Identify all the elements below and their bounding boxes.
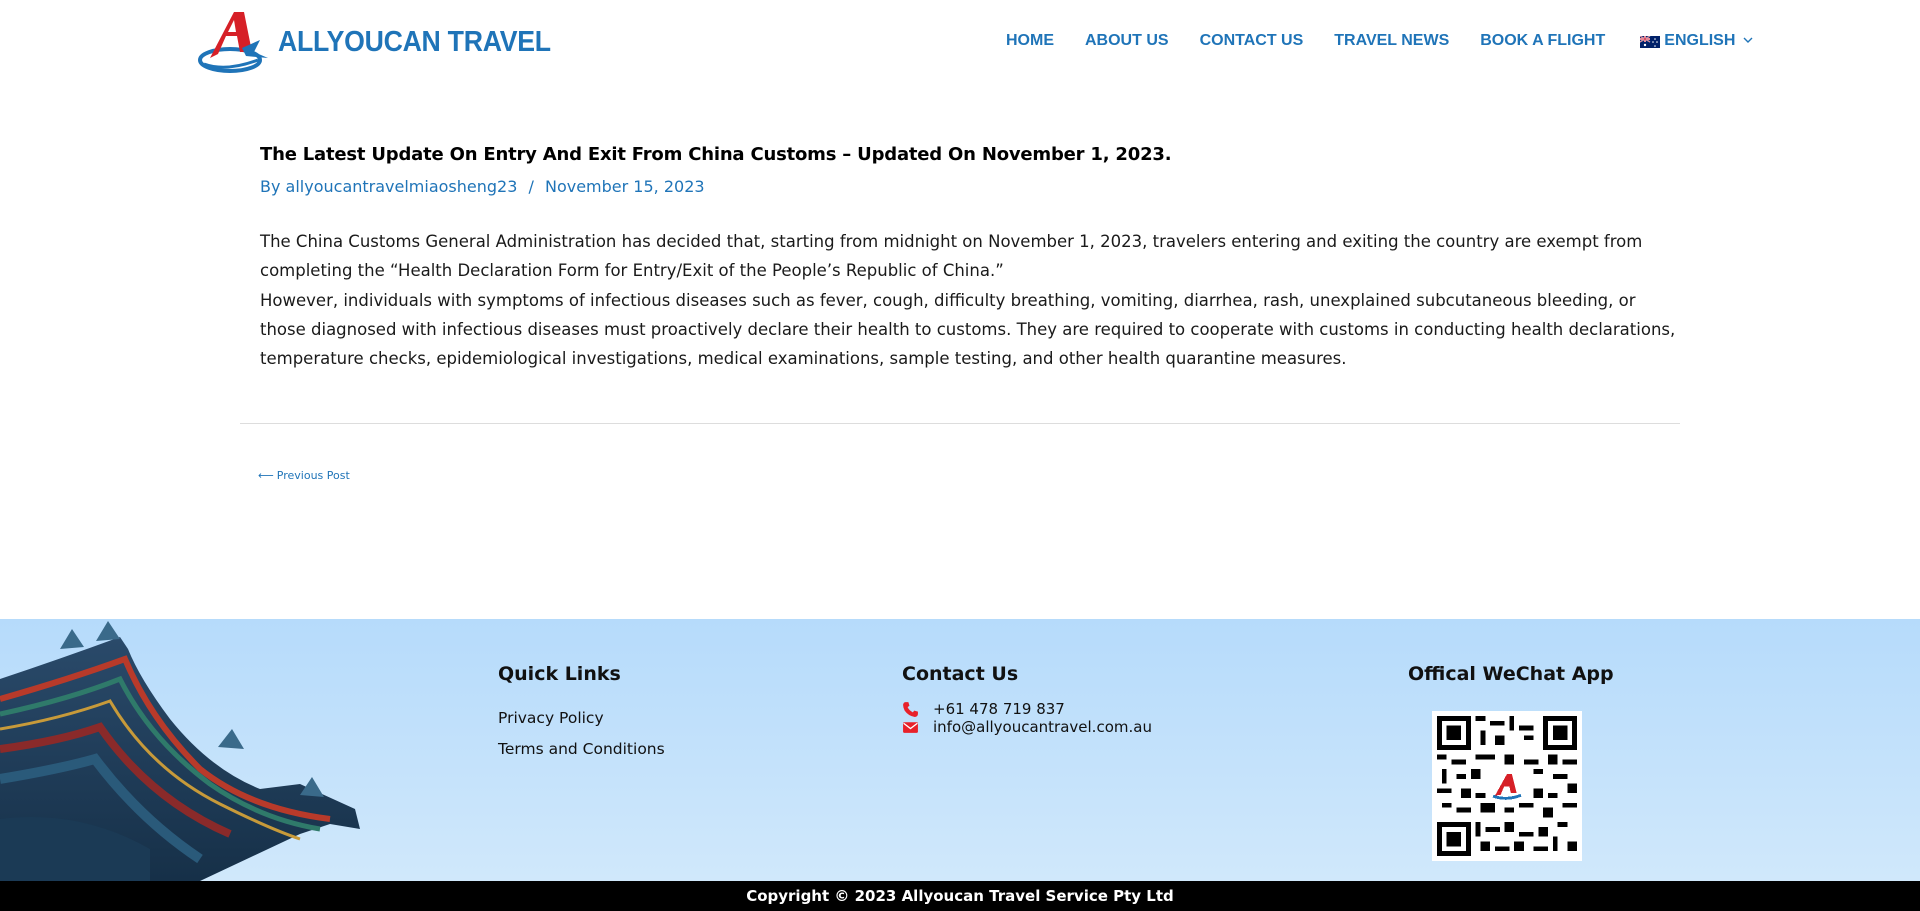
phone-icon [902,701,919,718]
privacy-policy-link[interactable]: Privacy Policy [498,709,665,727]
previous-post-label: Previous Post [276,469,350,482]
post-paragraph: However, individuals with symptoms of in… [260,290,1676,369]
logo-text: ALLYOUCAN TRAVEL [278,25,551,58]
post-author-link[interactable]: allyoucantravelmiaosheng23 [286,177,518,196]
post-date: November 15, 2023 [544,177,705,196]
arrow-left-icon: ⟵ [258,469,274,482]
post-divider [240,423,1680,424]
chinese-roof-image [0,621,360,881]
wechat-heading: Offical WeChat App [1408,663,1614,685]
terms-and-conditions-link[interactable]: Terms and Conditions [498,740,665,758]
meta-separator: / [528,177,534,196]
nav-contact-us[interactable]: CONTACT US [1200,32,1304,50]
nav-about-us[interactable]: ABOUT US [1085,32,1169,50]
phone-number: +61 478 719 837 [933,700,1065,718]
email-address: info@allyoucantravel.com.au [933,718,1152,736]
site-footer: Quick Links Privacy Policy Terms and Con… [0,619,1920,881]
post-meta: By allyoucantravelmiaosheng23 / November… [260,177,1680,196]
post-title: The Latest Update On Entry And Exit From… [260,144,1172,165]
contact-email[interactable]: info@allyoucantravel.com.au [902,718,1152,736]
wechat-qr-code [1432,711,1582,861]
envelope-icon [902,719,919,736]
australia-flag-icon [1639,35,1661,48]
post-article: The Latest Update On Entry And Exit From… [260,144,1680,373]
nav-book-a-flight[interactable]: BOOK A FLIGHT [1480,32,1605,50]
contact-heading: Contact Us [902,663,1019,685]
wechat-column: Offical WeChat App [1408,663,1614,685]
quick-links-column: Quick Links Privacy Policy Terms and Con… [498,663,665,758]
meta-prefix: By [260,177,281,196]
logo-mark-icon [198,12,268,73]
copyright-bar: Copyright © 2023 Allyoucan Travel Servic… [0,881,1920,911]
nav-home[interactable]: HOME [1006,32,1054,50]
previous-post-link[interactable]: ⟵ Previous Post [258,469,350,482]
post-paragraph: The China Customs General Administration… [260,232,1643,281]
post-body: The China Customs General Administration… [260,227,1680,373]
qr-code-icon [1437,716,1577,856]
contact-phone[interactable]: +61 478 719 837 [902,700,1152,718]
language-label: ENGLISH [1664,32,1736,49]
chevron-down-icon [1743,35,1753,47]
nav-travel-news[interactable]: TRAVEL NEWS [1334,32,1449,50]
quick-links-heading: Quick Links [498,663,621,685]
site-header: ALLYOUCAN TRAVEL HOME ABOUT US CONTACT U… [0,0,1920,86]
language-switcher[interactable]: ENGLISH [1639,32,1753,50]
site-logo[interactable]: ALLYOUCAN TRAVEL [196,8,575,76]
contact-column: Contact Us +61 478 719 837 info@allyouca… [902,663,1152,736]
main-nav: HOME ABOUT US CONTACT US TRAVEL NEWS BOO… [1006,32,1753,50]
